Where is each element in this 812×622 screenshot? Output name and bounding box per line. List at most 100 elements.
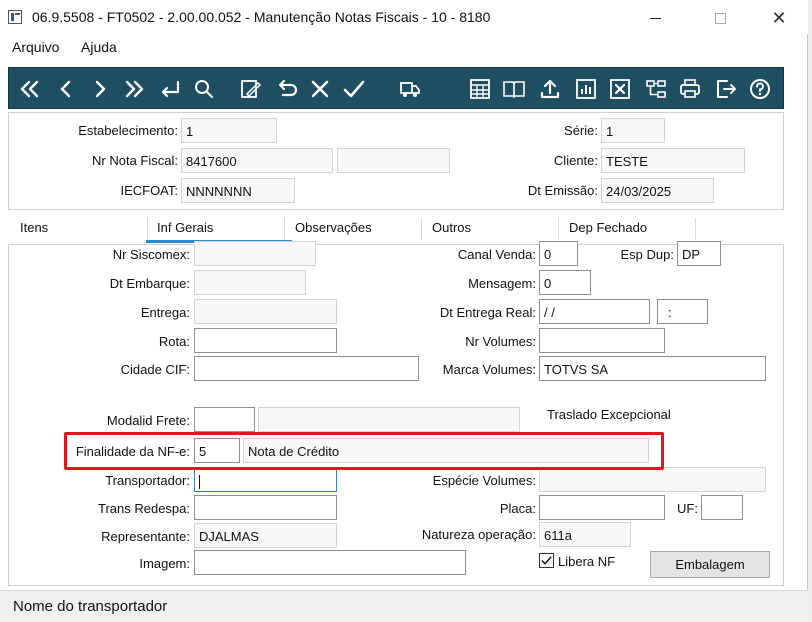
rota-field[interactable] (194, 328, 337, 353)
rota-label: Rota: (158, 334, 190, 349)
tab-dep-fechado[interactable]: Dep Fechado (569, 220, 647, 235)
app-window: 06.9.5508 - FT0502 - 2.00.00.052 - Manut… (0, 0, 808, 622)
previous-button[interactable] (51, 68, 81, 110)
tab-inf-gerais[interactable]: Inf Gerais (157, 220, 213, 235)
title-bar: 06.9.5508 - FT0502 - 2.00.00.052 - Manut… (0, 0, 808, 34)
nr-nota-fiscal-extra-field[interactable] (337, 148, 450, 173)
next-button[interactable] (85, 68, 115, 110)
menu-arquivo[interactable]: Arquivo (12, 39, 59, 55)
estabelecimento-field[interactable]: 1 (181, 118, 277, 143)
trans-redespa-field[interactable] (194, 495, 337, 520)
canal-venda-field[interactable]: 0 (539, 241, 578, 266)
especie-volumes-field[interactable] (539, 467, 766, 492)
dt-embarque-field[interactable] (194, 270, 306, 295)
tab-outros[interactable]: Outros (432, 220, 471, 235)
esp-dup-field[interactable]: DP (677, 241, 721, 266)
tab-itens[interactable]: Itens (20, 220, 48, 235)
previous-icon (60, 80, 71, 98)
mensagem-label: Mensagem: (468, 276, 536, 291)
iecfoat-field[interactable]: NNNNNNN (181, 178, 295, 203)
status-bar: Nome do transportador (0, 590, 808, 622)
dt-emissao-label: Dt Emissão: (527, 183, 598, 198)
nr-siscomex-label: Nr Siscomex: (112, 247, 190, 262)
entrega-label: Entrega: (140, 305, 190, 320)
dt-entrega-real-time-field[interactable]: : (657, 299, 708, 324)
minimize-button[interactable] (632, 4, 678, 32)
text-cursor (199, 474, 200, 489)
mensagem-field[interactable]: 0 (539, 270, 591, 295)
print-button[interactable] (675, 68, 705, 110)
placa-field[interactable] (539, 495, 665, 520)
modalid-frete-field[interactable] (194, 407, 255, 432)
placa-label: Placa: (499, 501, 536, 516)
last-button[interactable] (119, 68, 149, 110)
upload-button[interactable] (535, 68, 565, 110)
tab-separator (421, 218, 422, 240)
cancel-button[interactable] (305, 68, 335, 110)
tab-separator (558, 218, 559, 240)
tab-separator (695, 218, 696, 240)
nr-nota-fiscal-field[interactable]: 8417600 (181, 148, 333, 173)
nr-siscomex-field[interactable] (194, 241, 316, 266)
search-button[interactable] (189, 68, 219, 110)
upload-icon (540, 79, 560, 99)
undo-button[interactable] (271, 68, 301, 110)
checkmark-icon (541, 556, 552, 565)
delete-button[interactable] (605, 68, 635, 110)
nr-volumes-field[interactable] (539, 328, 665, 353)
embalagem-button[interactable]: Embalagem (650, 551, 770, 578)
natureza-operacao-field[interactable]: 611a (539, 522, 631, 547)
entrega-field[interactable] (194, 299, 337, 324)
tab-separator (147, 218, 148, 240)
dt-emissao-field[interactable]: 24/03/2025 (601, 178, 714, 203)
book-icon (503, 81, 525, 99)
modalid-frete-label: Modalid Frete: (106, 413, 190, 428)
modalid-frete-desc (258, 407, 520, 432)
window-title: 06.9.5508 - FT0502 - 2.00.00.052 - Manut… (32, 9, 491, 25)
first-button[interactable] (15, 68, 45, 110)
nr-volumes-label: Nr Volumes: (465, 334, 536, 349)
close-button[interactable]: ✕ (756, 4, 802, 32)
menu-ajuda[interactable]: Ajuda (81, 39, 117, 55)
representante-label: Representante: (101, 529, 190, 544)
representante-field[interactable]: DJALMAS (194, 523, 337, 548)
tab-separator (284, 218, 285, 240)
edit-icon (241, 80, 262, 98)
help-button[interactable] (745, 68, 775, 110)
last-icon (125, 80, 144, 98)
transportador-label: Transportador: (105, 473, 190, 488)
book-button[interactable] (499, 68, 529, 110)
next-icon (95, 80, 106, 98)
serie-label: Série: (564, 123, 598, 138)
tab-observacoes[interactable]: Observações (295, 220, 372, 235)
edit-button[interactable] (235, 68, 265, 110)
search-icon (195, 80, 214, 99)
cliente-field[interactable]: TESTE (601, 148, 745, 173)
exit-button[interactable] (711, 68, 741, 110)
toolbar (8, 67, 784, 109)
libera-nf-label: Libera NF (558, 554, 616, 569)
calculator-icon (470, 79, 490, 99)
maximize-button[interactable] (697, 4, 743, 32)
dt-entrega-real-field[interactable]: / / (539, 299, 650, 324)
menu-bar: Arquivo Ajuda (0, 36, 808, 60)
uf-label: UF: (677, 501, 698, 516)
cidade-cif-field[interactable] (194, 356, 419, 381)
truck-button[interactable] (395, 68, 425, 110)
confirm-button[interactable] (339, 68, 369, 110)
app-icon (8, 10, 22, 24)
canal-venda-label: Canal Venda: (457, 247, 536, 262)
calculator-button[interactable] (465, 68, 495, 110)
imagem-field[interactable] (194, 550, 466, 575)
transportador-field[interactable] (194, 467, 337, 492)
close-icon: ✕ (771, 7, 787, 28)
tree-button[interactable] (641, 68, 671, 110)
libera-nf-checkbox[interactable] (539, 553, 554, 568)
esp-dup-label: Esp Dup: (620, 247, 674, 262)
marca-volumes-field[interactable]: TOTVS SA (539, 356, 766, 381)
serie-field[interactable]: 1 (601, 118, 665, 143)
chart-button[interactable] (571, 68, 601, 110)
uf-field[interactable] (701, 495, 743, 520)
return-button[interactable] (155, 68, 185, 110)
chart-icon (576, 79, 596, 99)
